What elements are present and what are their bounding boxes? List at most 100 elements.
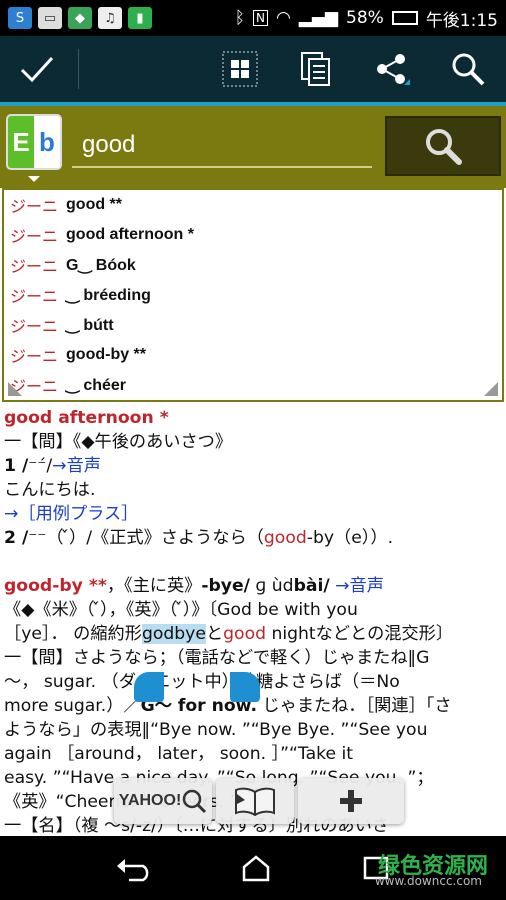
nfc-icon: N bbox=[252, 10, 268, 26]
bluetooth-icon: ᛒ bbox=[234, 8, 245, 28]
image-icon: ▭ bbox=[38, 7, 62, 29]
pronunciation: ɡ ùd bbox=[255, 576, 294, 596]
music-icon: ♫ bbox=[98, 7, 122, 29]
yahoo-label: YAHOO! bbox=[118, 792, 182, 809]
suggestion-word: good ** bbox=[66, 196, 123, 213]
sense-number: 2 / bbox=[4, 528, 29, 548]
suggestion-word: ‿ bútt bbox=[66, 317, 114, 334]
copy-button[interactable] bbox=[278, 36, 354, 102]
resize-handle-right[interactable] bbox=[484, 382, 498, 396]
entry-line: ようなら」の表現‖“Bye now. ”“Bye Bye. ”“See you bbox=[4, 720, 428, 740]
status-bar: S ▭ ◆ ♫ ▮ ᛒ N ◠ ▂▄▆ 58% 午後1:15 bbox=[0, 0, 506, 36]
entry-keyword: good bbox=[223, 624, 266, 644]
signal-icon: ▂▄▆ bbox=[298, 8, 339, 28]
entry-line: ［ye］． の縮約形godbyeとgood nightなどとの混交形〕 bbox=[4, 622, 504, 646]
entry-line: 一【間】さようなら；（電話などで軽く）じゃまたね‖G bbox=[4, 648, 430, 668]
suggestion-word: G‿ Bóok bbox=[66, 257, 136, 274]
list-item[interactable]: ジーニ G‿ Bóok bbox=[4, 250, 502, 280]
grid-icon bbox=[222, 51, 258, 87]
suggestion-source: ジーニ bbox=[10, 257, 59, 276]
add-button[interactable] bbox=[298, 778, 404, 824]
list-item[interactable]: ジーニ ‿ bútt bbox=[4, 310, 502, 340]
open-book-button[interactable] bbox=[216, 778, 294, 824]
plus-icon bbox=[340, 790, 362, 812]
entry-line: again ［around， later， soon. ］”“Take it bbox=[4, 744, 353, 764]
entry-text: more sugar.）／ bbox=[4, 696, 141, 716]
suggestion-source: ジーニ bbox=[10, 197, 59, 216]
entry-headword: good afternoon * bbox=[4, 408, 169, 428]
entry-text: じゃまたね．［関連］「さ bbox=[257, 696, 452, 716]
audio-link[interactable]: →音声 bbox=[52, 456, 101, 476]
search-icon bbox=[452, 53, 485, 86]
entry-line: 一【間】《◆午後のあいさつ》 bbox=[4, 432, 233, 452]
logo-b: b bbox=[34, 116, 60, 168]
pronunciation: bài/ bbox=[293, 576, 330, 596]
suggestion-list: ジーニ good ** ジーニ good afternoon * ジーニ G‿ Bóo… bbox=[2, 188, 504, 402]
pronunciation: ⁻⁻́/ bbox=[28, 456, 53, 476]
suggestion-source: ジーニ bbox=[10, 227, 59, 246]
list-item[interactable]: ジーニ good ** bbox=[4, 190, 502, 220]
search-icon bbox=[183, 789, 207, 814]
selection-handle-start[interactable] bbox=[134, 672, 164, 702]
entry-line: good-by **，《主に英》-bye/ ɡ ùdbài/ →音声 bbox=[4, 574, 504, 598]
entry-text: nightなどとの混交形〕 bbox=[266, 624, 454, 644]
wifi-icon: ◠ bbox=[275, 8, 291, 28]
variant-spelling: -bye/ bbox=[201, 576, 250, 596]
suggestion-word: ‿ bréeding bbox=[66, 287, 151, 304]
battery-icon bbox=[391, 11, 418, 25]
list-item[interactable]: ジーニ good afternoon * bbox=[4, 220, 502, 250]
list-item[interactable]: ジーニ ‿ chéer bbox=[4, 370, 502, 400]
entry-line: 《◆《米》（ ̀́），《英》（ ̀́）》〔God be with you bbox=[4, 600, 358, 620]
entry-line: 1 /⁻⁻́/→音声 bbox=[4, 454, 504, 478]
list-item[interactable]: ジーニ ‿ bréeding bbox=[4, 280, 502, 310]
check-icon bbox=[20, 56, 54, 83]
suggestion-source: ジーニ bbox=[10, 287, 59, 306]
suggestion-source: ジーニ bbox=[10, 317, 59, 336]
share-button[interactable] bbox=[354, 36, 430, 102]
app-icon: ◆ bbox=[68, 7, 92, 29]
selection-handle-end[interactable] bbox=[230, 672, 260, 702]
battery-app-icon: ▮ bbox=[128, 7, 152, 29]
entry-line: こんにちは. bbox=[4, 480, 96, 500]
book-icon bbox=[235, 787, 275, 816]
search-bar: E b bbox=[0, 102, 506, 188]
copy-icon bbox=[301, 52, 330, 86]
entry-content: good afternoon * 一【間】《◆午後のあいさつ》 1 /⁻⁻́/→… bbox=[4, 406, 504, 834]
dictionary-logo[interactable]: E b bbox=[6, 114, 62, 170]
search-input[interactable] bbox=[72, 124, 372, 168]
audio-link[interactable]: →音声 bbox=[335, 576, 384, 596]
done-button[interactable] bbox=[0, 36, 74, 102]
resize-handle-left[interactable] bbox=[8, 382, 22, 396]
yahoo-search-button[interactable]: YAHOO! bbox=[114, 778, 212, 824]
back-icon[interactable] bbox=[115, 854, 151, 882]
examples-link[interactable]: →［用例プラス］ bbox=[4, 502, 504, 526]
action-bar bbox=[0, 36, 506, 102]
entry-line: 2 /⁻⁻（ ̀́）/《正式》さようなら（good-by（e））. bbox=[4, 526, 504, 550]
chevron-down-icon bbox=[28, 176, 40, 182]
list-item[interactable]: ジーニ good-by ** bbox=[4, 340, 502, 370]
grid-view-button[interactable] bbox=[202, 36, 278, 102]
shield-icon: S bbox=[8, 7, 32, 29]
watermark-url: www.downcc.com bbox=[374, 874, 482, 888]
entry-text: ，《主に英》 bbox=[106, 576, 202, 596]
action-divider bbox=[78, 49, 79, 89]
home-icon[interactable] bbox=[241, 854, 271, 882]
selected-text[interactable]: godbye bbox=[141, 624, 206, 644]
suggestion-source: ジーニ bbox=[10, 347, 59, 366]
search-icon bbox=[426, 129, 462, 165]
search-button[interactable] bbox=[430, 36, 506, 102]
clock: 午後1:15 bbox=[425, 10, 498, 31]
entry-keyword: good bbox=[263, 528, 307, 548]
entry-text: と bbox=[205, 624, 224, 644]
battery-percent: 58% bbox=[346, 8, 384, 28]
entry-text: ⁻⁻（ ̀́）/《正式》さようなら（ bbox=[28, 528, 264, 548]
share-icon bbox=[377, 54, 410, 85]
entry-headword: good-by ** bbox=[4, 576, 107, 596]
entry-text: ［ye］． の縮約形 bbox=[4, 624, 142, 644]
sense-number: 1 / bbox=[4, 456, 29, 476]
suggestion-word: ‿ chéer bbox=[66, 377, 127, 394]
suggestion-word: good afternoon * bbox=[66, 226, 194, 243]
entry-text: -by（e））. bbox=[306, 528, 394, 548]
search-submit-button[interactable] bbox=[385, 116, 501, 176]
